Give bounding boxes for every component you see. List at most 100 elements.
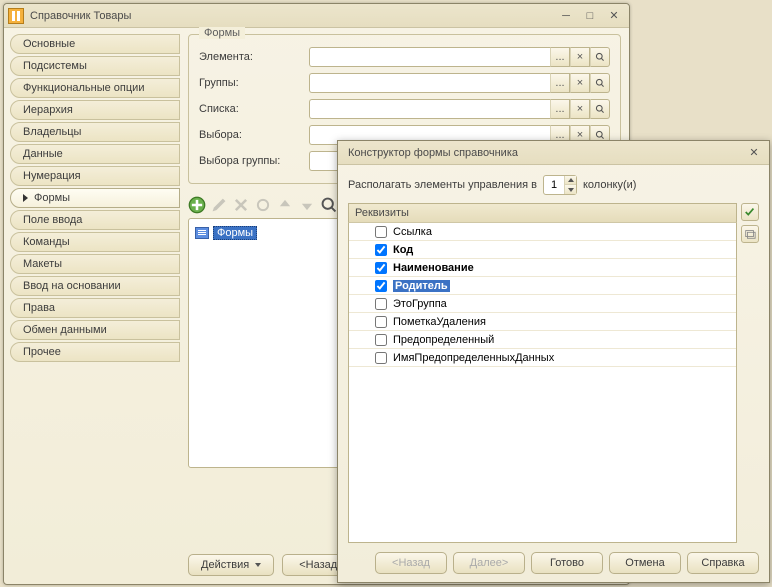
clear-button[interactable]: ×	[570, 73, 590, 93]
form-label: Списка:	[199, 103, 309, 115]
form-row-1: Группы:...×	[199, 73, 610, 93]
form-row-0: Элемента:...×	[199, 47, 610, 67]
ellipsis-button[interactable]: ...	[550, 73, 570, 93]
tab-14[interactable]: Прочее	[10, 342, 180, 362]
tab-label: Иерархия	[23, 104, 73, 116]
forms-legend: Формы	[199, 27, 245, 39]
form-input[interactable]	[309, 99, 550, 119]
item-label: Наименование	[393, 262, 474, 274]
columns-row: Располагать элементы управления в колонк…	[348, 175, 759, 195]
item-checkbox[interactable]	[375, 352, 387, 364]
item-label: ПометкаУдаления	[393, 316, 486, 328]
lookup-button[interactable]	[590, 73, 610, 93]
lookup-button[interactable]	[590, 47, 610, 67]
columns-spinner[interactable]	[543, 175, 577, 195]
tab-9[interactable]: Команды	[10, 232, 180, 252]
dialog-title: Конструктор формы справочника	[342, 147, 741, 159]
spinner-down[interactable]	[565, 185, 576, 194]
move-up-button	[276, 196, 294, 214]
tab-1[interactable]: Подсистемы	[10, 56, 180, 76]
list-item[interactable]: ПометкаУдаления	[349, 313, 736, 331]
dialog-body: Располагать элементы управления в колонк…	[338, 165, 769, 582]
edit-button	[210, 196, 228, 214]
tab-3[interactable]: Иерархия	[10, 100, 180, 120]
tab-2[interactable]: Функциональные опции	[10, 78, 180, 98]
list-header: Реквизиты	[348, 203, 737, 223]
dialog-titlebar: Конструктор формы справочника ✕	[338, 141, 769, 165]
tab-8[interactable]: Поле ввода	[10, 210, 180, 230]
check-all-button[interactable]	[741, 203, 759, 221]
maximize-button[interactable]: □	[579, 8, 601, 24]
uncheck-all-button[interactable]	[741, 225, 759, 243]
item-checkbox[interactable]	[375, 316, 387, 328]
form-label: Группы:	[199, 77, 309, 89]
tab-7[interactable]: Формы	[10, 188, 180, 208]
form-input[interactable]	[309, 73, 550, 93]
tree-selected-label: Формы	[213, 226, 257, 240]
magnifier-button[interactable]	[320, 196, 338, 214]
minimize-button[interactable]: ─	[555, 8, 577, 24]
item-label: ИмяПредопределенныхДанных	[393, 352, 554, 364]
close-button[interactable]: ✕	[603, 8, 625, 24]
item-checkbox[interactable]	[375, 226, 387, 238]
list-item[interactable]: Наименование	[349, 259, 736, 277]
constructor-dialog: Конструктор формы справочника ✕ Располаг…	[337, 140, 770, 583]
list-item[interactable]: Родитель	[349, 277, 736, 295]
tab-label: Обмен данными	[23, 324, 107, 336]
form-input-group: ...×	[309, 73, 610, 93]
tab-label: Основные	[23, 38, 75, 50]
clear-button[interactable]: ×	[570, 99, 590, 119]
dlg-help-button[interactable]: Справка	[687, 552, 759, 574]
main-title: Справочник Товары	[30, 10, 553, 22]
dlg-cancel-button[interactable]: Отмена	[609, 552, 681, 574]
item-checkbox[interactable]	[375, 262, 387, 274]
tab-label: Макеты	[23, 258, 62, 270]
tab-11[interactable]: Ввод на основании	[10, 276, 180, 296]
list-item[interactable]: ИмяПредопределенныхДанных	[349, 349, 736, 367]
form-label: Выбора:	[199, 129, 309, 141]
form-label: Выбора группы:	[199, 155, 309, 167]
item-label: Родитель	[393, 280, 450, 292]
tab-0[interactable]: Основные	[10, 34, 180, 54]
dialog-close-button[interactable]: ✕	[743, 145, 765, 161]
tab-12[interactable]: Права	[10, 298, 180, 318]
dlg-back-button[interactable]: <Назад	[375, 552, 447, 574]
actions-button[interactable]: Действия	[188, 554, 274, 576]
item-checkbox[interactable]	[375, 280, 387, 292]
list-item[interactable]: ЭтоГруппа	[349, 295, 736, 313]
columns-value[interactable]	[544, 178, 564, 192]
dlg-done-button[interactable]: Готово	[531, 552, 603, 574]
add-button[interactable]	[188, 196, 206, 214]
form-input-group: ...×	[309, 47, 610, 67]
list-item[interactable]: Предопределенный	[349, 331, 736, 349]
spinner-up[interactable]	[565, 176, 576, 185]
form-icon	[195, 227, 209, 239]
ellipsis-button[interactable]: ...	[550, 47, 570, 67]
item-label: Код	[393, 244, 413, 256]
form-row-2: Списка:...×	[199, 99, 610, 119]
tab-13[interactable]: Обмен данными	[10, 320, 180, 340]
list-item[interactable]: Ссылка	[349, 223, 736, 241]
tab-label: Владельцы	[23, 126, 81, 138]
list-item[interactable]: Код	[349, 241, 736, 259]
dialog-bottom-bar: <Назад Далее> Готово Отмена Справка	[348, 552, 759, 574]
tab-6[interactable]: Нумерация	[10, 166, 180, 186]
tab-10[interactable]: Макеты	[10, 254, 180, 274]
ellipsis-button[interactable]: ...	[550, 99, 570, 119]
item-label: ЭтоГруппа	[393, 298, 447, 310]
form-input[interactable]	[309, 47, 550, 67]
item-checkbox[interactable]	[375, 244, 387, 256]
item-checkbox[interactable]	[375, 298, 387, 310]
tab-label: Формы	[34, 192, 70, 204]
attribute-list[interactable]: Ссылка Код Наименование Родитель ЭтоГруппа По…	[348, 223, 737, 543]
clear-button[interactable]: ×	[570, 47, 590, 67]
item-label: Ссылка	[393, 226, 432, 238]
form-label: Элемента:	[199, 51, 309, 63]
tab-label: Подсистемы	[23, 60, 87, 72]
dlg-next-button[interactable]: Далее>	[453, 552, 525, 574]
tab-label: Команды	[23, 236, 70, 248]
item-checkbox[interactable]	[375, 334, 387, 346]
lookup-button[interactable]	[590, 99, 610, 119]
tab-5[interactable]: Данные	[10, 144, 180, 164]
tab-4[interactable]: Владельцы	[10, 122, 180, 142]
